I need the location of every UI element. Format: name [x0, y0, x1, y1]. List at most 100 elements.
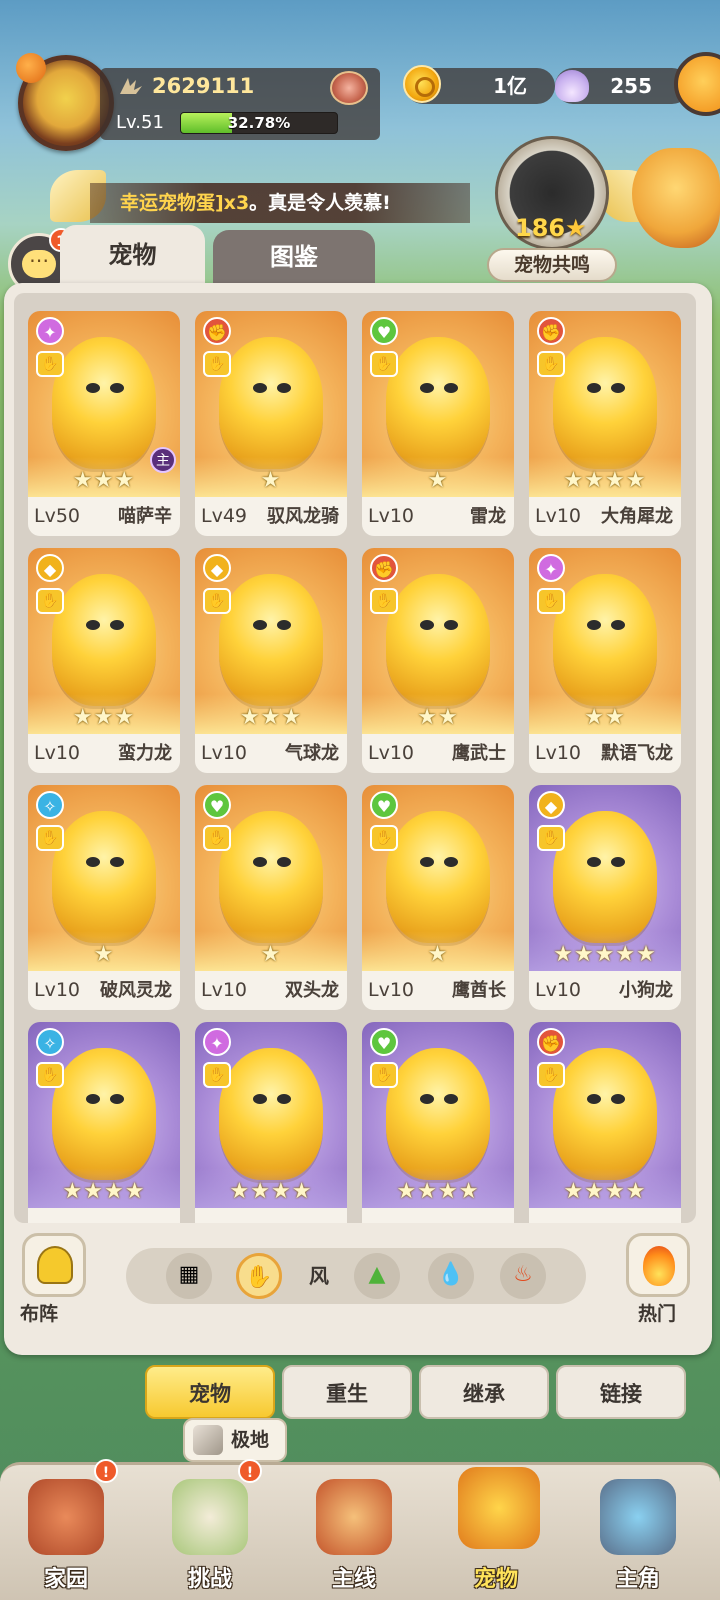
all-grid-icon: ▦: [178, 1262, 200, 1287]
pet-eye: [277, 1094, 291, 1104]
pet-eye: [444, 857, 458, 867]
pet-card[interactable]: ✊ ✋ ★ Lv49 驭风龙骑: [195, 311, 347, 536]
shell-amount: 255: [610, 74, 652, 98]
pet-card[interactable]: ♥ ✋ ★★★★: [362, 1022, 514, 1223]
pet-card[interactable]: ✦ ✋ ★★★★: [195, 1022, 347, 1223]
filter-fire-button[interactable]: ♨: [500, 1253, 546, 1299]
pet-card[interactable]: ✊ ✋ ★★★★: [529, 1022, 681, 1223]
pet-figure-icon: [52, 811, 156, 943]
nav-challenge[interactable]: ! 挑战: [150, 1459, 270, 1600]
pet-name: 鹰酋长: [452, 980, 506, 1001]
star-rating: ★★★: [72, 705, 136, 730]
pet-grid[interactable]: ✦ ✋ 主 ★★★ Lv50 喵萨辛 ✊ ✋ ★ Lv49 驭风龙骑 ♥ ✋ ★ Lv10 雷龙 ✊ ✋ ★★★★ L…: [14, 293, 696, 1223]
pet-eye: [86, 383, 100, 393]
thunder-element-icon: ✦: [36, 317, 64, 345]
pet-card[interactable]: ◆ ✋ ★★★★★ Lv10 小狗龙: [529, 785, 681, 1010]
pet-eye: [86, 857, 100, 867]
star-rating: ★★★★★: [553, 942, 657, 967]
pet-eye: [587, 383, 601, 393]
card-footer: Lv10 气球龙: [195, 734, 347, 773]
pet-card[interactable]: ✦ ✋ 主 ★★★ Lv50 喵萨辛: [28, 311, 180, 536]
pet-card[interactable]: ♥ ✋ ★ Lv10 双头龙: [195, 785, 347, 1010]
grass-element-icon: ♥: [370, 317, 398, 345]
card-footer: Lv10 雷龙: [362, 497, 514, 536]
formation-button[interactable]: [22, 1233, 86, 1297]
resonance-label: 宠物共鸣: [487, 248, 617, 282]
thunder-element-icon: ✦: [537, 554, 565, 582]
pet-figure-icon: [219, 337, 323, 469]
fire-element-icon: ✊: [537, 1028, 565, 1056]
sub-button-inherit[interactable]: 继承: [419, 1365, 549, 1419]
hot-button[interactable]: [626, 1233, 690, 1297]
star-rating: ★: [260, 942, 282, 967]
fire-element-icon: ✊: [370, 554, 398, 582]
pet-eye: [611, 1094, 625, 1104]
pet-card[interactable]: ✊ ✋ ★★ Lv10 鹰武士: [362, 548, 514, 773]
pet-card[interactable]: ✦ ✋ ★★ Lv10 默语飞龙: [529, 548, 681, 773]
wind-affinity-icon: ✋: [203, 588, 231, 614]
pet-level: Lv10: [535, 742, 582, 764]
pet-card[interactable]: ✊ ✋ ★★★★ Lv10 大角犀龙: [529, 311, 681, 536]
pet-eye: [277, 857, 291, 867]
pet-level: Lv10: [368, 505, 415, 527]
pet-card[interactable]: ◆ ✋ ★★★ Lv10 蛮力龙: [28, 548, 180, 773]
sub-button-link[interactable]: 链接: [556, 1365, 686, 1419]
nav-challenge-badge: !: [238, 1459, 262, 1483]
nav-pets[interactable]: 宠物: [436, 1465, 556, 1600]
wind-affinity-icon: ✋: [537, 1062, 565, 1088]
bottom-nav: ! 家园 ! 挑战 主线 宠物 主角: [0, 1459, 720, 1600]
chat-icon: [22, 248, 56, 278]
sub-button-rebirth[interactable]: 重生: [282, 1365, 412, 1419]
wind-affinity-icon: ✋: [537, 351, 565, 377]
pet-level: Lv10: [368, 742, 415, 764]
challenge-icon: [172, 1479, 248, 1555]
pet-card[interactable]: ✧ ✋ ★ Lv10 破风灵龙: [28, 785, 180, 1010]
star-rating: ★: [93, 942, 115, 967]
sub-button-pets[interactable]: 宠物: [145, 1365, 275, 1419]
water-icon: 💧: [437, 1262, 465, 1287]
tab-codex[interactable]: 图鉴: [213, 230, 375, 285]
pet-eye: [253, 857, 267, 867]
shell-counter[interactable]: 255: [555, 68, 690, 104]
pet-card[interactable]: ◆ ✋ ★★★ Lv10 气球龙: [195, 548, 347, 773]
announcement-body: 。真是令人羡慕!: [249, 192, 391, 214]
pet-eye: [110, 620, 124, 630]
polar-icon: [193, 1425, 223, 1455]
star-rating: ★★★★: [229, 1179, 313, 1204]
pet-level: Lv10: [34, 979, 81, 1001]
corner-pet-icon[interactable]: [674, 52, 720, 116]
filter-earth-button[interactable]: ▲: [354, 1253, 400, 1299]
pet-figure-icon: [52, 1048, 156, 1180]
pet-card[interactable]: ✧ ✋ ★★★★: [28, 1022, 180, 1223]
gold-counter[interactable]: 1亿: [403, 65, 555, 104]
pet-card[interactable]: ♥ ✋ ★ Lv10 雷龙: [362, 311, 514, 536]
pet-figure-icon: [52, 337, 156, 469]
rank-icon[interactable]: [330, 71, 368, 105]
pet-name: 喵萨辛: [118, 506, 172, 527]
pet-resonance-button[interactable]: 186 ★ 宠物共鸣: [487, 128, 617, 283]
filter-all-button[interactable]: ▦: [166, 1253, 212, 1299]
fire-element-icon: ✊: [537, 317, 565, 345]
pet-card[interactable]: ♥ ✋ ★ Lv10 鹰酋长: [362, 785, 514, 1010]
wind-affinity-icon: ✋: [36, 1062, 64, 1088]
nav-home[interactable]: ! 家园: [6, 1459, 126, 1600]
pet-figure-icon: [386, 811, 490, 943]
xp-bar: 32.78%: [180, 112, 338, 134]
polar-tooltip[interactable]: 极地: [183, 1418, 287, 1462]
card-footer: Lv10 破风灵龙: [28, 971, 180, 1010]
wind-affinity-icon: ✋: [537, 588, 565, 614]
nav-hero[interactable]: 主角: [578, 1465, 698, 1600]
nav-hero-label: 主角: [615, 1567, 660, 1592]
nav-main-quest[interactable]: 主线: [294, 1465, 414, 1600]
wind-affinity-icon: ✋: [370, 1062, 398, 1088]
star-rating: ★★★: [239, 705, 303, 730]
pet-eye: [253, 383, 267, 393]
pet-level: Lv10: [535, 979, 582, 1001]
tab-pets[interactable]: 宠物: [60, 225, 205, 285]
wind-icon: ✋: [245, 1265, 273, 1290]
pet-name: 双头龙: [285, 980, 339, 1001]
wind-affinity-icon: ✋: [370, 588, 398, 614]
pet-level: Lv10: [34, 742, 81, 764]
filter-wind-button[interactable]: ✋: [236, 1253, 282, 1299]
filter-water-button[interactable]: 💧: [428, 1253, 474, 1299]
